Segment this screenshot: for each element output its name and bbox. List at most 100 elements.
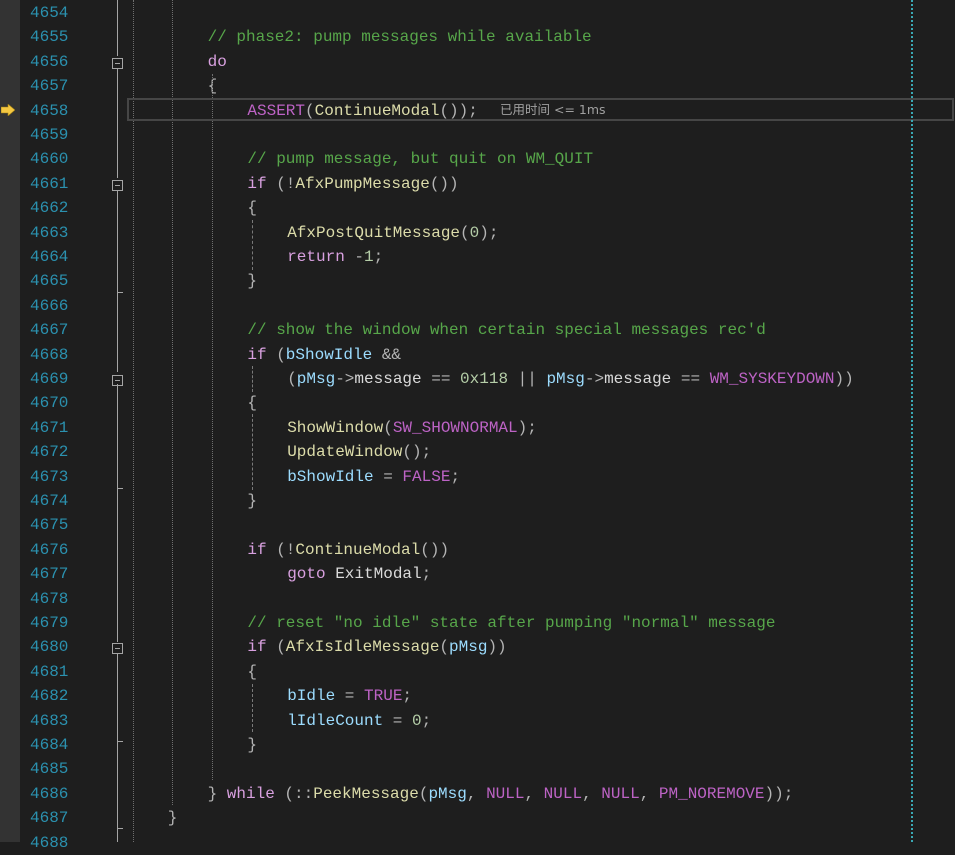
- outline-line: [117, 384, 118, 642]
- code-text: // pump message, but quit on WM_QUIT: [247, 147, 593, 171]
- code-line[interactable]: 4675: [0, 513, 955, 537]
- code-token: 1: [364, 248, 374, 266]
- code-line[interactable]: 4661 if (!AfxPumpMessage()): [0, 172, 955, 196]
- outline-tick: [117, 828, 123, 829]
- code-token: -: [344, 248, 364, 266]
- code-token: AfxIsIdleMessage: [285, 638, 440, 657]
- code-token: NULL: [486, 784, 525, 803]
- code-line[interactable]: 4680 if (AfxIsIdleMessage(pMsg)): [0, 635, 955, 659]
- code-token: // phase2: pump messages while available: [207, 28, 592, 47]
- code-token: ShowWindow: [287, 418, 384, 437]
- code-line[interactable]: 4667 // show the window when certain spec…: [0, 318, 955, 342]
- code-line[interactable]: 4660 // pump message, but quit on WM_QUIT: [0, 147, 955, 171]
- code-text: lIdleCount = 0;: [287, 709, 431, 733]
- code-line[interactable]: 4655 // phase2: pump messages while avail…: [0, 25, 955, 49]
- code-token: TRUE: [364, 687, 403, 706]
- code-token: pMsg: [546, 370, 585, 388]
- code-token: ContinueModal: [295, 540, 421, 559]
- code-line[interactable]: 4656 do: [0, 50, 955, 74]
- code-text: do: [208, 50, 227, 74]
- code-token: }: [247, 492, 257, 510]
- code-token: }: [167, 809, 178, 828]
- code-token: goto: [287, 565, 326, 584]
- code-token: UpdateWindow: [287, 443, 403, 462]
- code-token: WM_SYSKEYDOWN: [709, 370, 835, 388]
- code-editor[interactable]: 4654 4655 // phase2: pump messages while a…: [0, 0, 955, 852]
- code-token: (: [439, 638, 450, 657]
- code-line[interactable]: 4674}: [0, 489, 955, 513]
- elapsed-time-hint: 已用时间 <= 1ms: [500, 102, 606, 117]
- code-line[interactable]: 4678: [0, 587, 955, 611]
- code-token: (: [383, 418, 393, 437]
- code-line[interactable]: 4686} while (::PeekMessage(pMsg, NULL, N…: [0, 782, 955, 806]
- code-token: if: [247, 174, 267, 193]
- code-token: PeekMessage: [313, 784, 419, 803]
- code-line[interactable]: 4664 return -1;: [0, 245, 955, 269]
- indent-guide: [252, 684, 253, 732]
- code-token: }: [247, 272, 257, 291]
- instruction-pointer-arrow-icon: [1, 104, 15, 116]
- code-token: {: [247, 199, 257, 218]
- code-token: 0x118: [460, 370, 509, 388]
- code-line[interactable]: 4662 {: [0, 196, 955, 220]
- line-number: 4660: [30, 150, 69, 169]
- line-number: 4659: [30, 126, 69, 144]
- code-line[interactable]: 4654: [0, 1, 955, 25]
- code-text: UpdateWindow();: [287, 440, 431, 464]
- code-line[interactable]: 4683 lIdleCount = 0;: [0, 709, 955, 733]
- line-number: 4668: [30, 345, 69, 364]
- code-token: (: [266, 345, 286, 364]
- code-line[interactable]: 4682 bIdle = TRUE;: [0, 684, 955, 708]
- code-line[interactable]: 4684}: [0, 733, 955, 757]
- code-token: ;: [402, 687, 413, 706]
- code-text: ShowWindow(SW_SHOWNORMAL);: [287, 416, 537, 440]
- code-line[interactable]: 4681 {: [0, 660, 955, 684]
- code-line[interactable]: 4687}: [0, 806, 955, 830]
- code-line[interactable]: 4666: [0, 294, 955, 318]
- code-token: SW_SHOWNORMAL: [392, 418, 518, 437]
- code-line[interactable]: 4679 // reset "no idle" state after pumpi…: [0, 611, 955, 635]
- code-token: ->: [584, 370, 605, 388]
- code-token: ->: [335, 370, 355, 388]
- code-token: ()): [420, 540, 450, 559]
- line-number: 4677: [30, 565, 69, 584]
- code-text: // show the window when certain special …: [247, 318, 765, 342]
- code-token: if: [247, 540, 267, 559]
- code-line[interactable]: 4665}: [0, 269, 955, 293]
- outline-line: [117, 0, 118, 56]
- code-line[interactable]: 4673 bShowIdle = FALSE;: [0, 465, 955, 489]
- line-number: 4665: [30, 272, 69, 291]
- code-token: &&: [372, 345, 402, 364]
- line-number: 4686: [30, 784, 69, 803]
- line-number: 4687: [30, 809, 69, 828]
- collapse-minus-icon[interactable]: [112, 643, 123, 655]
- code-line[interactable]: 4672 UpdateWindow();: [0, 440, 955, 464]
- code-token: ;: [450, 467, 461, 486]
- indent-guide: [252, 220, 253, 270]
- code-line[interactable]: 4659: [0, 123, 955, 147]
- line-number: 4671: [30, 418, 69, 437]
- line-number: 4681: [30, 662, 69, 681]
- code-line[interactable]: 4677 goto ExitModal;: [0, 562, 955, 586]
- code-token: FALSE: [402, 467, 451, 486]
- code-line[interactable]: 4657{: [0, 74, 955, 98]
- code-token: (!: [266, 174, 296, 193]
- line-number: 4667: [30, 321, 69, 340]
- code-line[interactable]: 4663 AfxPostQuitMessage(0);: [0, 221, 955, 245]
- line-number: 4657: [30, 77, 69, 96]
- code-line[interactable]: 4676 if (!ContinueModal()): [0, 538, 955, 562]
- code-text: if (!ContinueModal()): [247, 538, 449, 562]
- line-number: 4662: [30, 199, 69, 218]
- code-token: pMsg: [449, 638, 488, 657]
- column-guide-line: [911, 0, 913, 842]
- code-token: (: [418, 784, 429, 803]
- code-line[interactable]: 4671 ShowWindow(SW_SHOWNORMAL);: [0, 416, 955, 440]
- code-line[interactable]: 4685: [0, 757, 955, 781]
- code-token: =: [383, 711, 413, 730]
- code-line[interactable]: 4688: [0, 831, 955, 855]
- code-line[interactable]: 4668 if (bShowIdle &&: [0, 343, 955, 367]
- code-line[interactable]: 4669 (pMsg->message == 0x118 || pMsg->mes…: [0, 367, 955, 391]
- line-number: 4663: [30, 223, 69, 242]
- code-line[interactable]: 4670 {: [0, 391, 955, 415]
